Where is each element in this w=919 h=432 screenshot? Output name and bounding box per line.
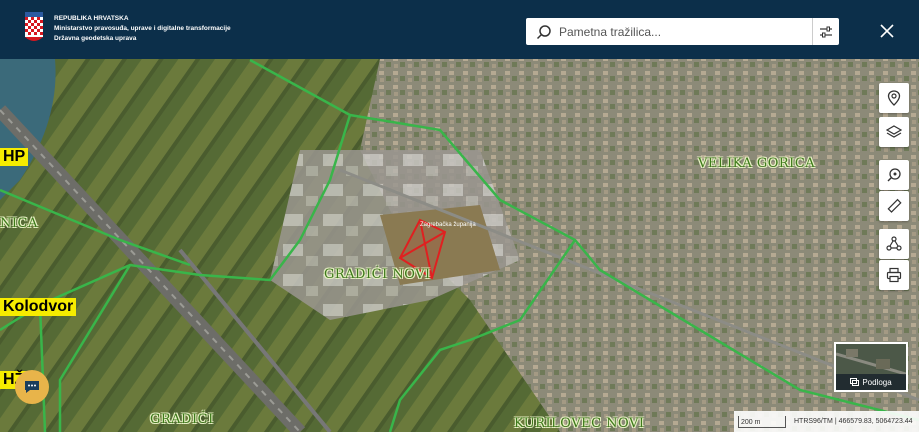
place-label-velika-gorica: VELIKA GORICA [698, 156, 816, 171]
coordinates-readout: HTRS96/TM | 466579.83, 5064723.44 [794, 418, 913, 425]
search-input[interactable] [559, 20, 789, 43]
basemap-label: Podloga [862, 377, 892, 387]
annotation-hp: HP [0, 148, 29, 167]
aerial-imagery [0, 59, 919, 432]
close-button[interactable] [873, 17, 901, 45]
organization-name: REPUBLIKA HRVATSKA Ministarstvo pravosuđ… [54, 14, 231, 44]
map-canvas[interactable]: Zagrebačka županija VELIKA GORICA GRADIĆ… [0, 59, 919, 432]
place-label-gradici: GRADIĆI [150, 412, 214, 427]
place-label-nica: NICA [0, 216, 38, 231]
chat-button[interactable] [15, 370, 49, 404]
search-filter-button[interactable] [812, 18, 839, 45]
place-label-kurilovec-novi: KURILOVEC NOVI [514, 416, 645, 431]
measure-button[interactable] [879, 191, 909, 221]
zoom-search-button[interactable] [879, 160, 909, 190]
org-line-2: Ministarstvo pravosuđa, uprave i digital… [54, 25, 231, 32]
basemap-icon [850, 378, 860, 386]
share-icon [886, 236, 902, 251]
basemap-switcher[interactable]: Podloga [834, 342, 908, 392]
scale-bar-graphic: 200 m [738, 415, 786, 428]
search-box [526, 18, 839, 45]
share-button[interactable] [879, 229, 909, 259]
close-icon [880, 24, 894, 38]
org-line-3: Državna geodetska uprava [54, 35, 137, 42]
chat-bubble-icon [25, 381, 39, 393]
location-button[interactable] [879, 83, 909, 113]
location-pin-icon [887, 90, 901, 106]
zoom-search-icon [887, 168, 901, 182]
place-label-gradici-novi: GRADIĆI NOVI [324, 267, 431, 282]
parcel-label: Zagrebačka županija [420, 222, 476, 228]
basemap-label-row: Podloga [836, 374, 906, 390]
croatian-coat-of-arms-icon [25, 12, 43, 41]
search-icon [536, 25, 551, 40]
layers-button[interactable] [879, 117, 909, 147]
app-header: REPUBLIKA HRVATSKA Ministarstvo pravosuđ… [0, 0, 919, 59]
layers-icon [886, 125, 902, 138]
scale-bar: 200 m HTRS96/TM | 466579.83, 5064723.44 [734, 411, 919, 432]
print-icon [886, 267, 902, 283]
annotation-kolodvor: Kolodvor [0, 298, 77, 317]
scale-bar-label: 200 m [741, 418, 761, 426]
print-button[interactable] [879, 260, 909, 290]
ruler-icon [887, 198, 902, 213]
filter-sliders-icon [820, 26, 832, 37]
org-line-1: REPUBLIKA HRVATSKA [54, 15, 129, 22]
